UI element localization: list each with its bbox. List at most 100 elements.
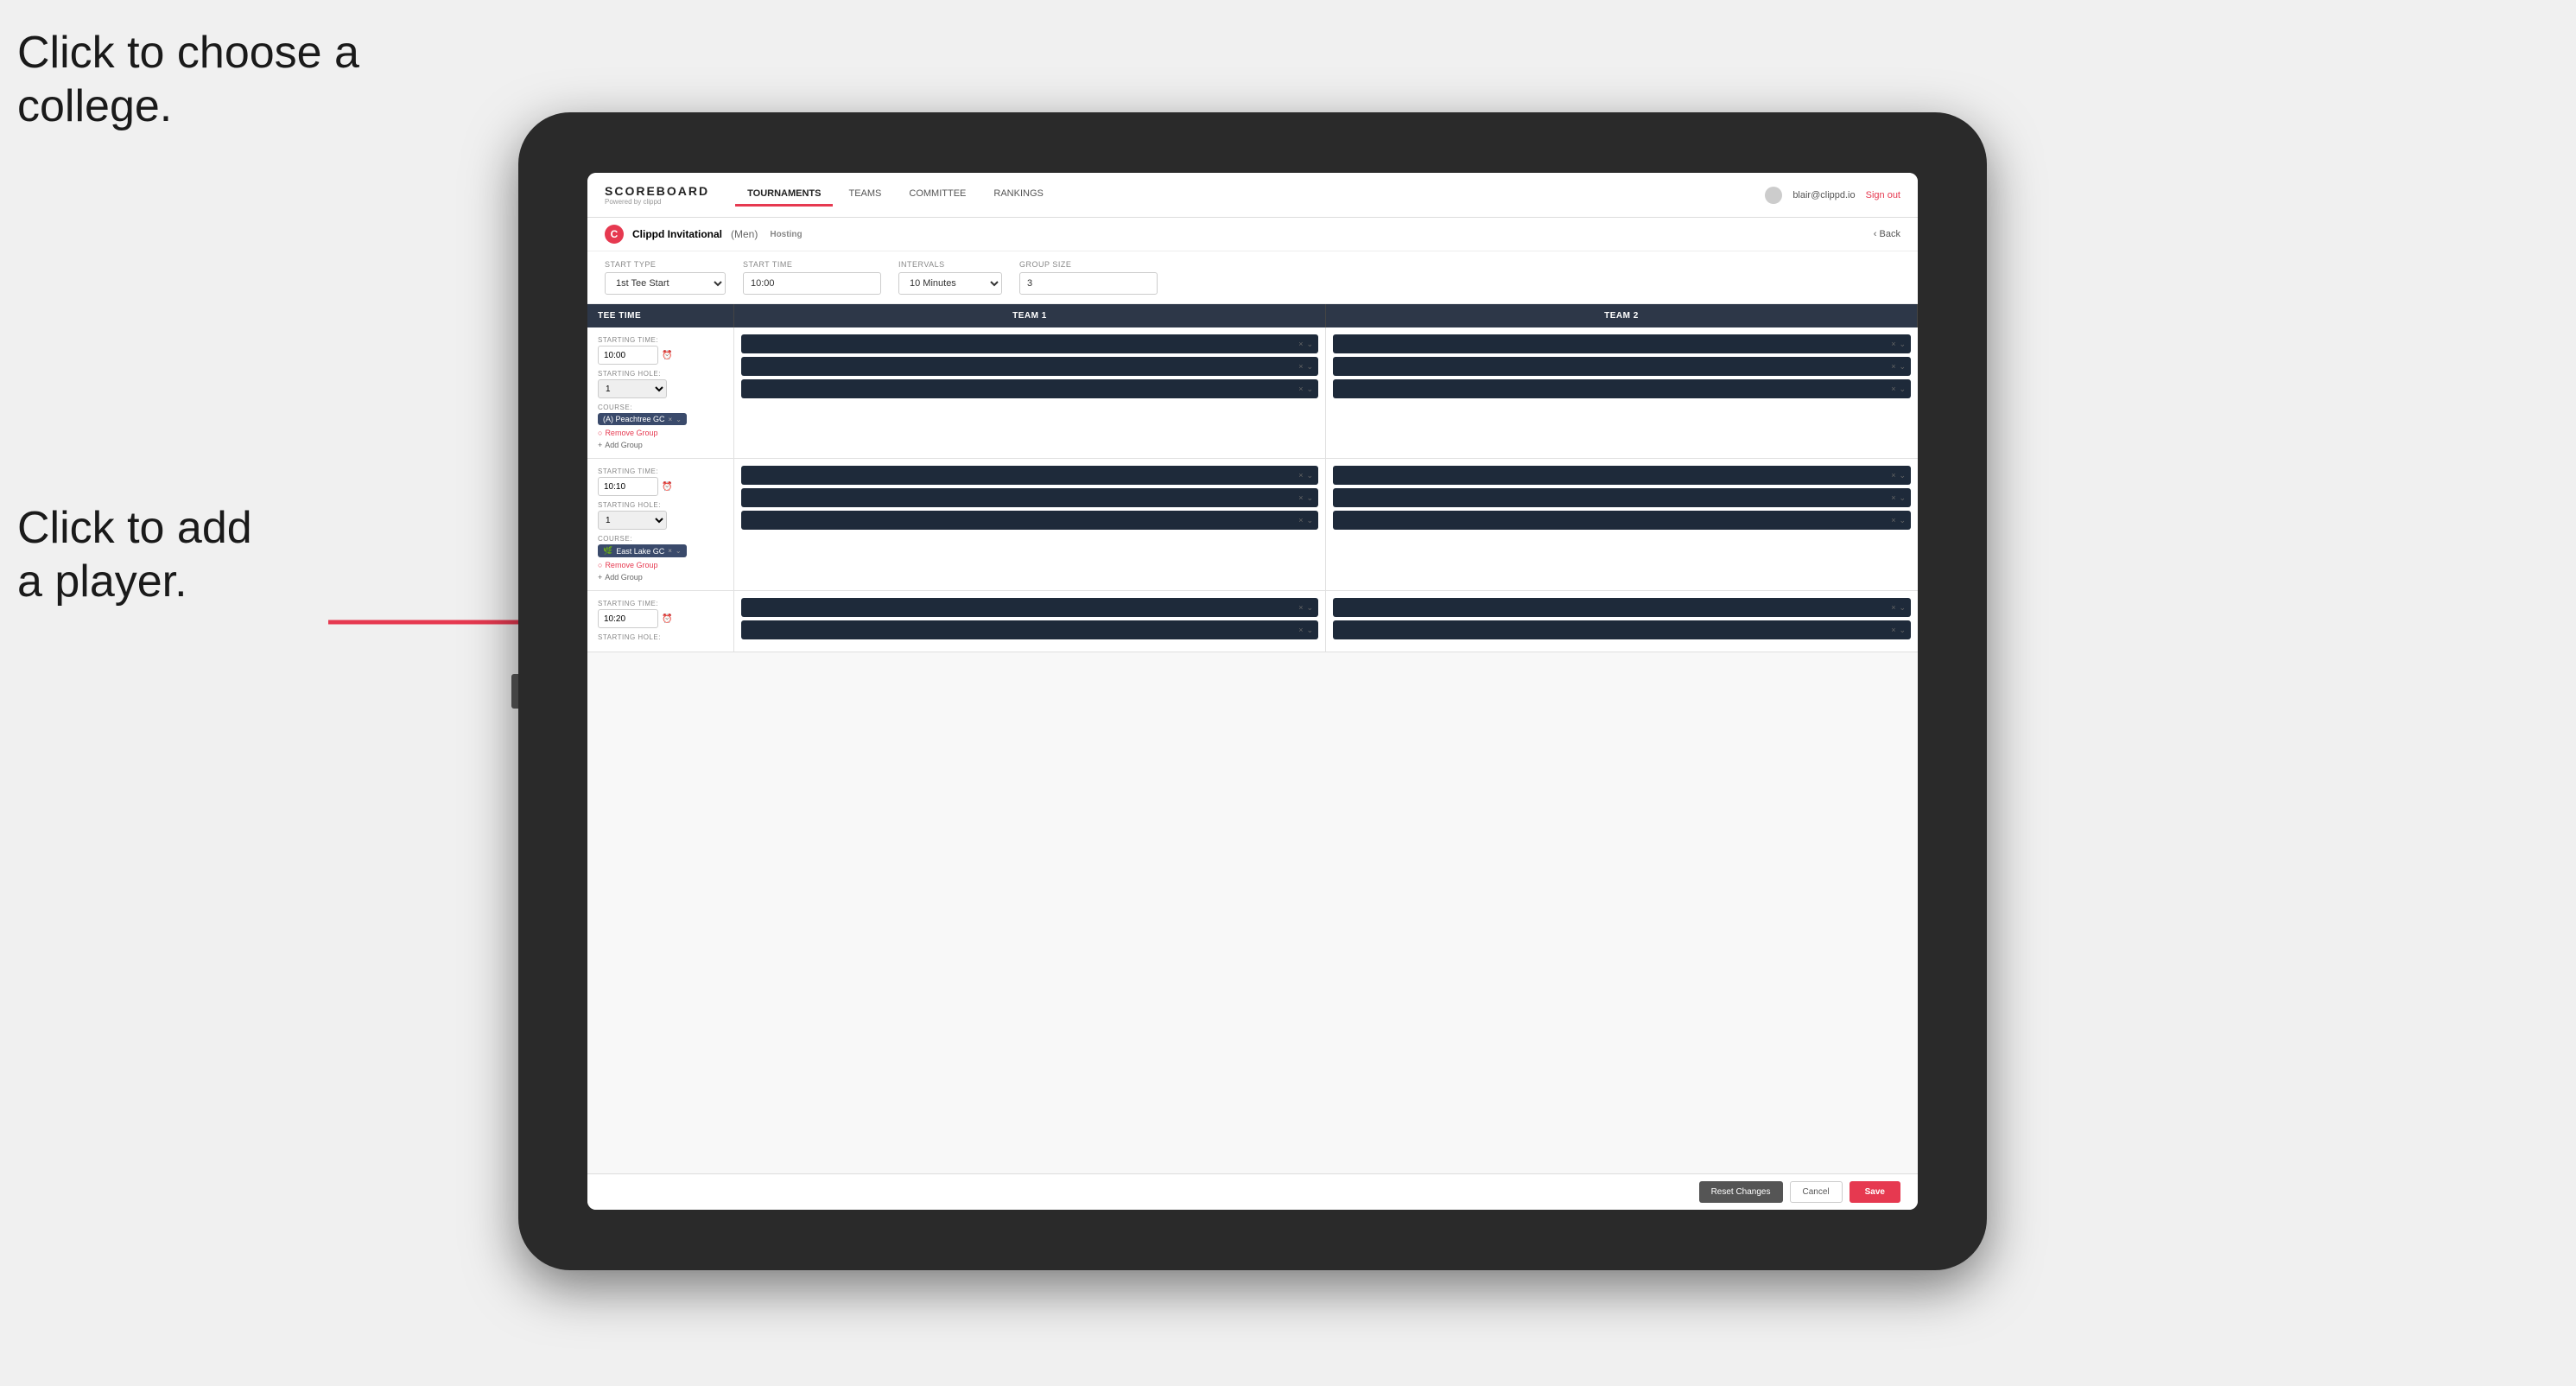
- player-slot-t2-1-3[interactable]: × ⌄: [1333, 379, 1911, 398]
- nav-links: TOURNAMENTS TEAMS COMMITTEE RANKINGS: [735, 183, 1765, 207]
- slot-chevron-1-1[interactable]: ⌄: [1306, 340, 1313, 349]
- nav-teams[interactable]: TEAMS: [836, 183, 893, 207]
- slot-chevron-t2-3-1[interactable]: ⌄: [1899, 603, 1906, 613]
- slot-chevron-t2-1-1[interactable]: ⌄: [1899, 340, 1906, 349]
- nav-right: blair@clippd.io Sign out: [1765, 187, 1900, 204]
- slot-x-t2-1-1[interactable]: ×: [1891, 340, 1895, 348]
- intervals-select[interactable]: 10 Minutes: [898, 272, 1002, 295]
- player-slot-1-3[interactable]: × ⌄: [741, 379, 1318, 398]
- add-group-icon-2: +: [598, 573, 602, 582]
- group-size-group: Group Size: [1019, 260, 1158, 295]
- start-type-group: Start Type 1st Tee Start: [605, 260, 726, 295]
- nav-committee[interactable]: COMMITTEE: [897, 183, 978, 207]
- hole-select-1[interactable]: 1: [598, 379, 667, 398]
- player-slot-2-3[interactable]: × ⌄: [741, 511, 1318, 530]
- start-type-select[interactable]: 1st Tee Start: [605, 272, 726, 295]
- slot-chevron-3-2[interactable]: ⌄: [1306, 626, 1313, 635]
- slot-x-t2-2-1[interactable]: ×: [1891, 471, 1895, 480]
- player-slot-1-2[interactable]: × ⌄: [741, 357, 1318, 376]
- slot-x-3-1[interactable]: ×: [1298, 603, 1303, 612]
- slot-x-2-3[interactable]: ×: [1298, 516, 1303, 525]
- remove-group-btn-2[interactable]: ○ Remove Group: [598, 561, 723, 569]
- reset-button[interactable]: Reset Changes: [1699, 1181, 1783, 1203]
- course-name-1: (A) Peachtree GC: [603, 415, 665, 423]
- time-field-2[interactable]: [598, 477, 658, 496]
- slot-chevron-3-1[interactable]: ⌄: [1306, 603, 1313, 613]
- course-remove-2[interactable]: ×: [668, 547, 672, 555]
- slot-chevron-1-2[interactable]: ⌄: [1306, 362, 1313, 372]
- slot-chevron-t2-2-2[interactable]: ⌄: [1899, 493, 1906, 503]
- player-slot-2-2[interactable]: × ⌄: [741, 488, 1318, 507]
- tournament-gender: (Men): [731, 228, 758, 240]
- col-tee-time: Tee Time: [587, 304, 734, 327]
- player-slot-t2-3-2[interactable]: × ⌄: [1333, 620, 1911, 639]
- remove-group-btn-1[interactable]: ○ Remove Group: [598, 429, 723, 437]
- course-tag-1[interactable]: (A) Peachtree GC × ⌄: [598, 413, 687, 425]
- group-size-input[interactable]: [1019, 272, 1158, 295]
- slot-chevron-t2-1-3[interactable]: ⌄: [1899, 385, 1906, 394]
- slot-chevron-2-3[interactable]: ⌄: [1306, 516, 1313, 525]
- slot-chevron-t2-3-2[interactable]: ⌄: [1899, 626, 1906, 635]
- table-header-row: Tee Time Team 1 Team 2: [587, 304, 1918, 327]
- add-group-icon-1: +: [598, 441, 602, 449]
- player-slot-3-1[interactable]: × ⌄: [741, 598, 1318, 617]
- cancel-button[interactable]: Cancel: [1790, 1181, 1843, 1203]
- slot-x-t2-3-2[interactable]: ×: [1891, 626, 1895, 634]
- user-avatar: [1765, 187, 1782, 204]
- player-slot-3-2[interactable]: × ⌄: [741, 620, 1318, 639]
- team2-cell-2: × ⌄ × ⌄ × ⌄: [1326, 459, 1918, 590]
- hosting-status: Hosting: [770, 230, 802, 239]
- slot-x-1-2[interactable]: ×: [1298, 362, 1303, 371]
- save-button[interactable]: Save: [1850, 1181, 1900, 1203]
- player-slot-2-1[interactable]: × ⌄: [741, 466, 1318, 485]
- player-slot-1-1[interactable]: × ⌄: [741, 334, 1318, 353]
- start-time-input[interactable]: [743, 272, 881, 295]
- slot-chevron-t2-2-1[interactable]: ⌄: [1899, 471, 1906, 480]
- slot-x-1-3[interactable]: ×: [1298, 385, 1303, 393]
- slot-x-t2-2-2[interactable]: ×: [1891, 493, 1895, 502]
- nav-tournaments[interactable]: TOURNAMENTS: [735, 183, 833, 207]
- player-slot-t2-2-3[interactable]: × ⌄: [1333, 511, 1911, 530]
- course-tag-2[interactable]: 🌿 East Lake GC × ⌄: [598, 544, 687, 557]
- slot-x-t2-1-3[interactable]: ×: [1891, 385, 1895, 393]
- sign-out-link[interactable]: Sign out: [1866, 190, 1900, 200]
- slot-chevron-t2-2-3[interactable]: ⌄: [1899, 516, 1906, 525]
- hole-select-2[interactable]: 1: [598, 511, 667, 530]
- slot-x-2-2[interactable]: ×: [1298, 493, 1303, 502]
- user-email: blair@clippd.io: [1792, 190, 1855, 200]
- schedule-table: Tee Time Team 1 Team 2 STARTING TIME: ⏰ …: [587, 304, 1918, 1173]
- add-group-btn-1[interactable]: + Add Group: [598, 441, 723, 449]
- player-slot-t2-3-1[interactable]: × ⌄: [1333, 598, 1911, 617]
- slot-chevron-1-3[interactable]: ⌄: [1306, 385, 1313, 394]
- slot-chevron-2-2[interactable]: ⌄: [1306, 493, 1313, 503]
- intervals-label: Intervals: [898, 260, 1002, 269]
- starting-hole-label-1: STARTING HOLE:: [598, 370, 723, 378]
- start-time-label: Start Time: [743, 260, 881, 269]
- player-slot-t2-2-2[interactable]: × ⌄: [1333, 488, 1911, 507]
- starting-hole-input-2: 1: [598, 511, 723, 530]
- slot-chevron-t2-1-2[interactable]: ⌄: [1899, 362, 1906, 372]
- nav-rankings[interactable]: RANKINGS: [981, 183, 1055, 207]
- course-remove-1[interactable]: ×: [669, 416, 673, 423]
- time-field-1[interactable]: [598, 346, 658, 365]
- time-field-3[interactable]: [598, 609, 658, 628]
- player-slot-t2-1-2[interactable]: × ⌄: [1333, 357, 1911, 376]
- tablet-device: SCOREBOARD Powered by clippd TOURNAMENTS…: [518, 112, 1987, 1270]
- tournament-title-row: C Clippd Invitational (Men) Hosting: [605, 225, 803, 244]
- slot-x-t2-3-1[interactable]: ×: [1891, 603, 1895, 612]
- slot-x-2-1[interactable]: ×: [1298, 471, 1303, 480]
- course-chevron-1: ⌄: [676, 416, 682, 423]
- player-slot-t2-2-1[interactable]: × ⌄: [1333, 466, 1911, 485]
- intervals-group: Intervals 10 Minutes: [898, 260, 1002, 295]
- bottom-action-bar: Reset Changes Cancel Save: [587, 1173, 1918, 1210]
- remove-group-icon-1: ○: [598, 429, 602, 437]
- slot-x-3-2[interactable]: ×: [1298, 626, 1303, 634]
- tablet-screen: SCOREBOARD Powered by clippd TOURNAMENTS…: [587, 173, 1918, 1210]
- slot-x-t2-2-3[interactable]: ×: [1891, 516, 1895, 525]
- slot-x-1-1[interactable]: ×: [1298, 340, 1303, 348]
- back-button[interactable]: ‹ Back: [1874, 229, 1900, 239]
- add-group-btn-2[interactable]: + Add Group: [598, 573, 723, 582]
- slot-x-t2-1-2[interactable]: ×: [1891, 362, 1895, 371]
- slot-chevron-2-1[interactable]: ⌄: [1306, 471, 1313, 480]
- player-slot-t2-1-1[interactable]: × ⌄: [1333, 334, 1911, 353]
